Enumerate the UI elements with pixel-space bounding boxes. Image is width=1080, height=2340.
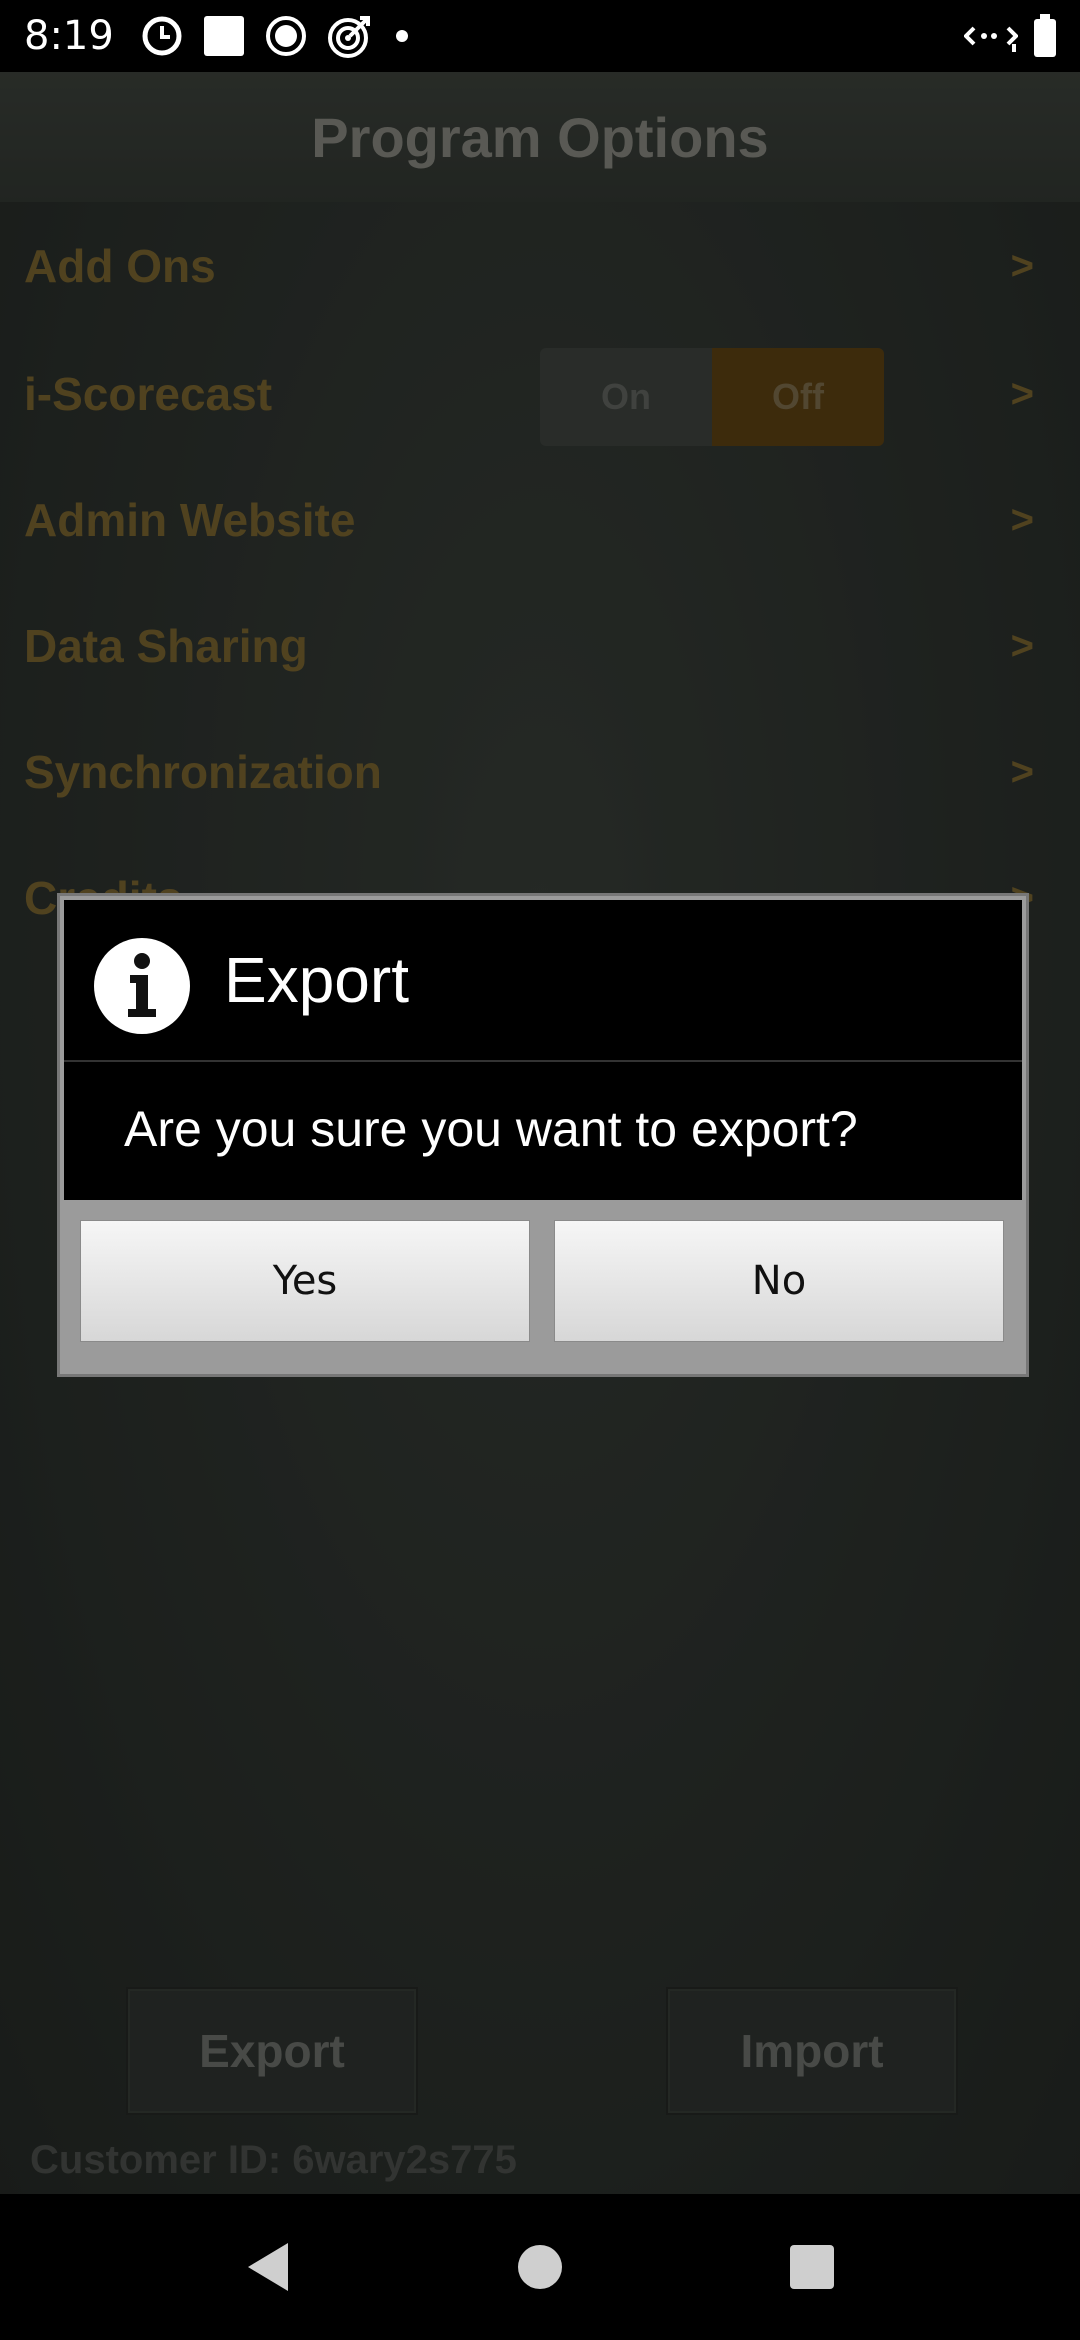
square-icon [202,14,246,58]
export-dialog: Export Are you sure you want to export? … [57,893,1029,1377]
back-icon[interactable] [240,2239,296,2300]
recents-icon[interactable] [784,2239,840,2300]
dialog-title: Export [224,944,409,1016]
info-icon [94,938,190,1034]
dialog-header: Export [64,900,1022,1062]
home-icon[interactable] [512,2239,568,2300]
dot-icon [392,26,412,46]
status-bar: 8:19 [0,0,1080,72]
target-icon [326,12,374,60]
navigation-bar [0,2194,1080,2340]
data-transfer-icon [964,18,1018,54]
status-time: 8:19 [24,13,114,59]
no-button[interactable]: No [554,1220,1004,1342]
yes-button[interactable]: Yes [80,1220,530,1342]
battery-icon [1032,14,1058,58]
alarm-icon [140,14,184,58]
circle-record-icon [264,14,308,58]
dialog-body: Are you sure you want to export? [64,1062,1022,1200]
dialog-message: Are you sure you want to export? [124,1101,858,1157]
